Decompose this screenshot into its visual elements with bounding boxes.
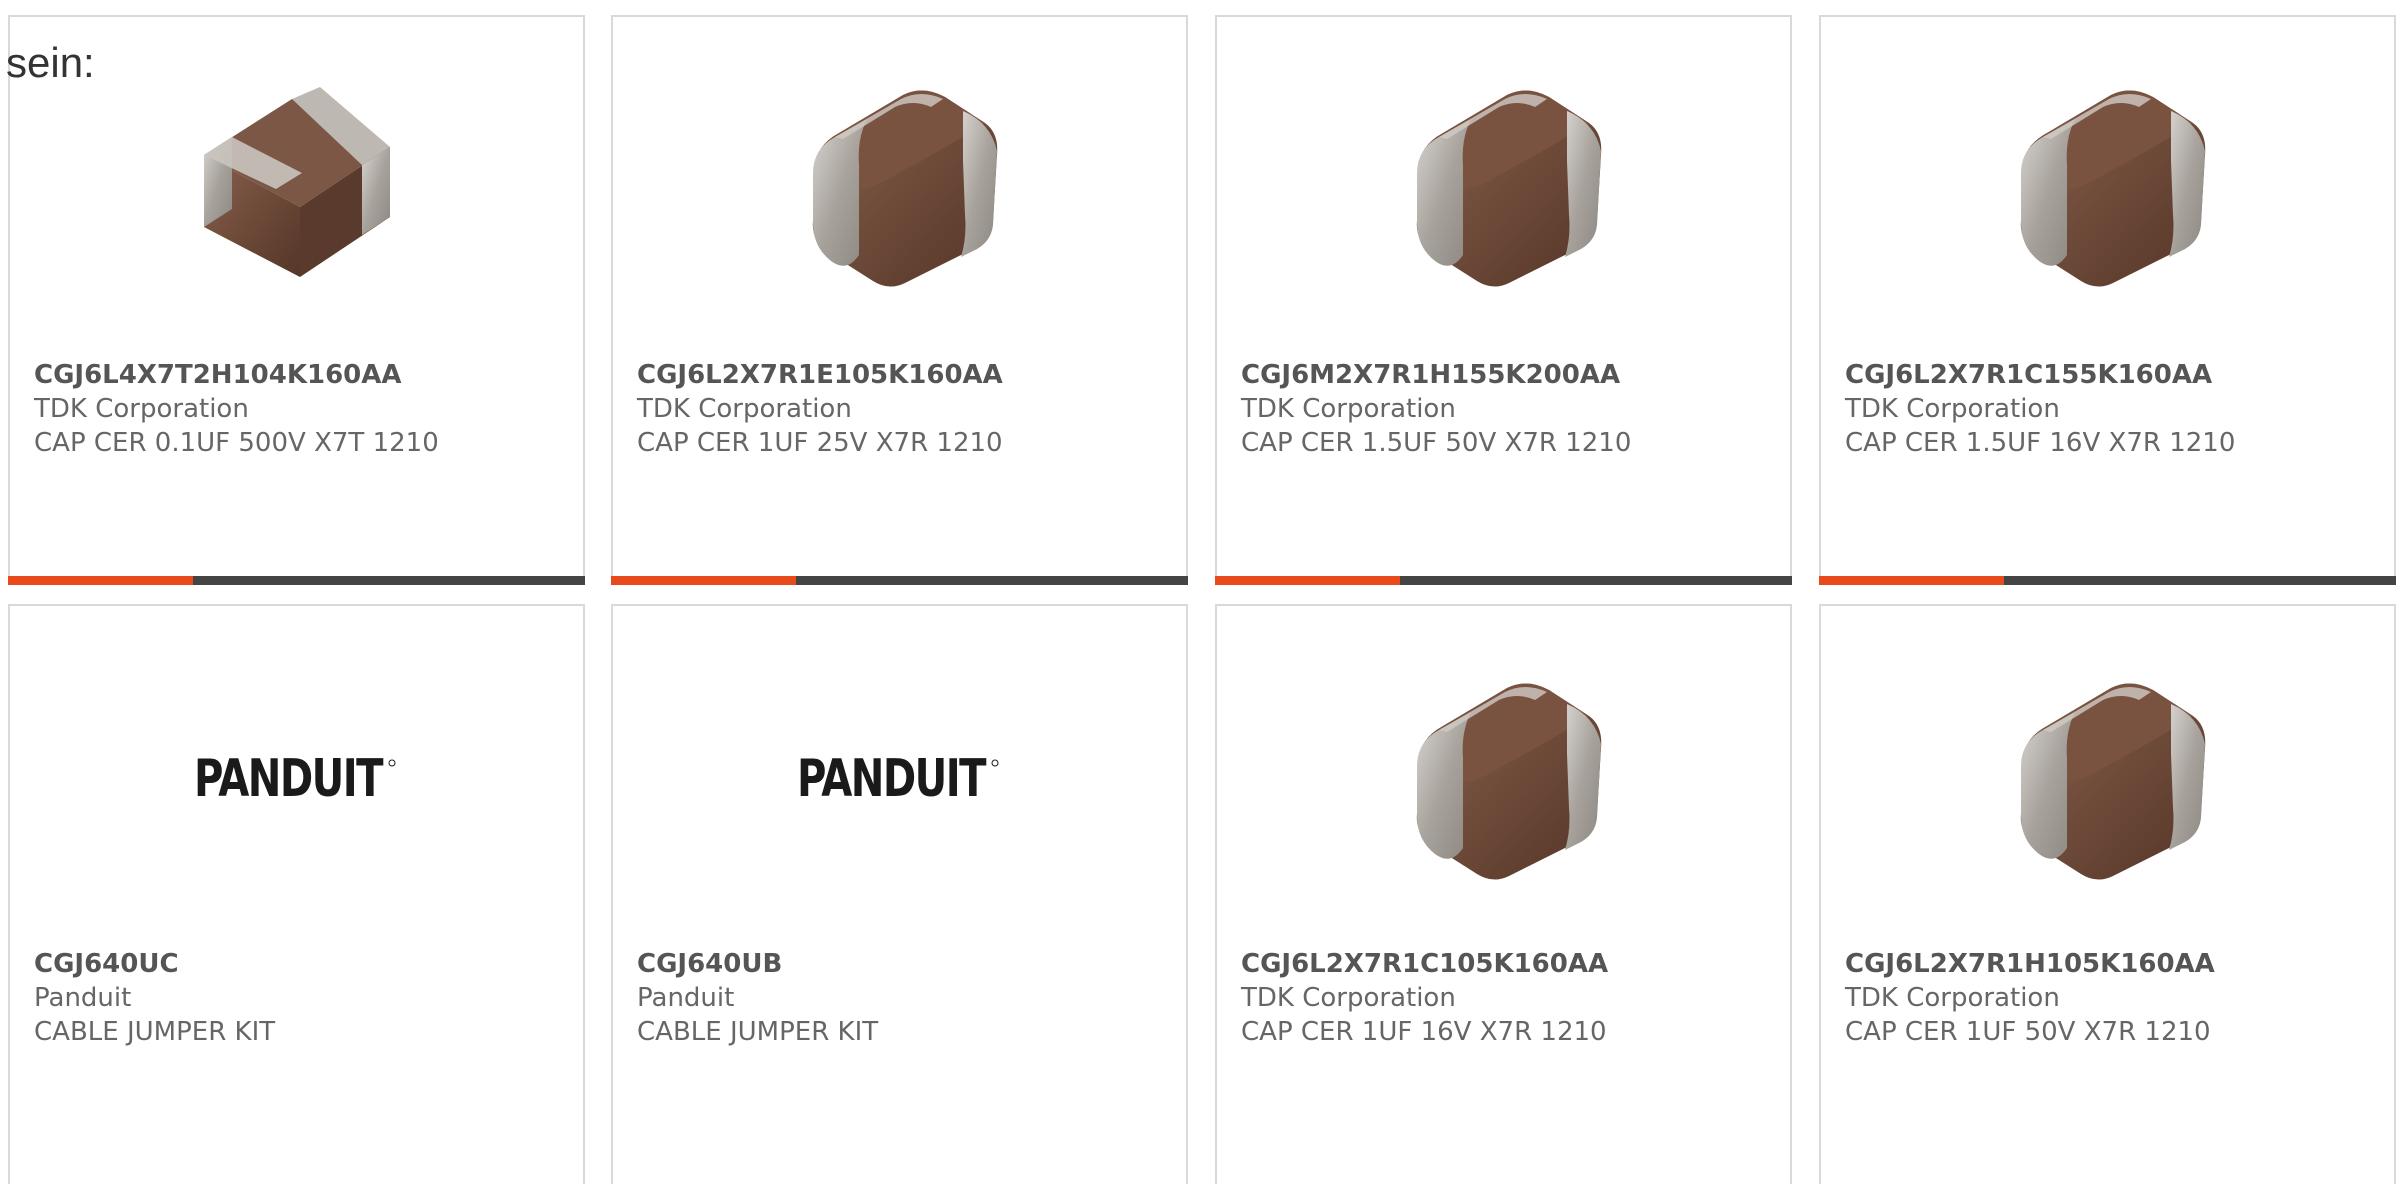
- product-image[interactable]: [1217, 672, 1790, 882]
- intro-text: sein:: [6, 39, 95, 86]
- manufacturer: TDK Corporation: [1241, 394, 1456, 424]
- panduit-logo-icon: PANDUIT: [194, 749, 395, 809]
- product-image[interactable]: [1217, 79, 1790, 289]
- manufacturer: TDK Corporation: [1241, 983, 1456, 1013]
- product-card[interactable]: CGJ6L4X7T2H104K160AA TDK Corporation CAP…: [8, 15, 585, 585]
- product-card[interactable]: CGJ6M2X7R1H155K200AA TDK Corporation CAP…: [1215, 15, 1792, 585]
- product-card[interactable]: CGJ6L2X7R1C105K160AA TDK Corporation CAP…: [1215, 604, 1792, 1184]
- manufacturer: Panduit: [637, 983, 735, 1013]
- description: CAP CER 1UF 50V X7R 1210: [1845, 1017, 2211, 1047]
- description: CAP CER 1UF 16V X7R 1210: [1241, 1017, 1607, 1047]
- card-accent-bar: [8, 576, 585, 585]
- description: CAP CER 0.1UF 500V X7T 1210: [34, 428, 439, 458]
- manufacturer: TDK Corporation: [1845, 983, 2060, 1013]
- part-number[interactable]: CGJ6M2X7R1H155K200AA: [1241, 358, 1780, 392]
- part-number[interactable]: CGJ640UC: [34, 947, 573, 981]
- part-number[interactable]: CGJ6L2X7R1H105K160AA: [1845, 947, 2384, 981]
- part-number[interactable]: CGJ6L2X7R1C105K160AA: [1241, 947, 1780, 981]
- product-card[interactable]: CGJ6L2X7R1C155K160AA TDK Corporation CAP…: [1819, 15, 2396, 585]
- part-number[interactable]: CGJ6L2X7R1E105K160AA: [637, 358, 1176, 392]
- description: CABLE JUMPER KIT: [34, 1017, 276, 1047]
- manufacturer: TDK Corporation: [637, 394, 852, 424]
- description: CAP CER 1.5UF 16V X7R 1210: [1845, 428, 2236, 458]
- product-image[interactable]: PANDUIT: [613, 672, 1186, 882]
- card-accent-bar: [1819, 576, 2396, 585]
- description: CABLE JUMPER KIT: [637, 1017, 879, 1047]
- capacitor-chip-icon: [1399, 670, 1609, 884]
- capacitor-chip-icon: [192, 77, 402, 291]
- capacitor-chip-icon: [795, 77, 1005, 291]
- product-grid: CGJ6L4X7T2H104K160AA TDK Corporation CAP…: [0, 0, 2400, 1184]
- part-number[interactable]: CGJ640UB: [637, 947, 1176, 981]
- description: CAP CER 1.5UF 50V X7R 1210: [1241, 428, 1632, 458]
- part-number[interactable]: CGJ6L4X7T2H104K160AA: [34, 358, 573, 392]
- capacitor-chip-icon: [2003, 77, 2213, 291]
- panduit-logo-icon: PANDUIT: [797, 749, 998, 809]
- logo-text: PANDUIT: [194, 749, 384, 809]
- manufacturer: TDK Corporation: [34, 394, 249, 424]
- capacitor-chip-icon: [1399, 77, 1609, 291]
- product-image[interactable]: [613, 79, 1186, 289]
- product-image[interactable]: [1821, 79, 2394, 289]
- product-image[interactable]: [10, 79, 583, 289]
- card-accent-bar: [1215, 576, 1792, 585]
- capacitor-chip-icon: [2003, 670, 2213, 884]
- part-number[interactable]: CGJ6L2X7R1C155K160AA: [1845, 358, 2384, 392]
- description: CAP CER 1UF 25V X7R 1210: [637, 428, 1003, 458]
- product-image[interactable]: PANDUIT: [10, 672, 583, 882]
- manufacturer: Panduit: [34, 983, 132, 1013]
- manufacturer: TDK Corporation: [1845, 394, 2060, 424]
- card-accent-bar: [611, 576, 1188, 585]
- product-card[interactable]: PANDUIT CGJ640UB Panduit CABLE JUMPER KI…: [611, 604, 1188, 1184]
- product-card[interactable]: PANDUIT CGJ640UC Panduit CABLE JUMPER KI…: [8, 604, 585, 1184]
- logo-text: PANDUIT: [797, 749, 987, 809]
- product-card[interactable]: CGJ6L2X7R1E105K160AA TDK Corporation CAP…: [611, 15, 1188, 585]
- product-card[interactable]: CGJ6L2X7R1H105K160AA TDK Corporation CAP…: [1819, 604, 2396, 1184]
- product-image[interactable]: [1821, 672, 2394, 882]
